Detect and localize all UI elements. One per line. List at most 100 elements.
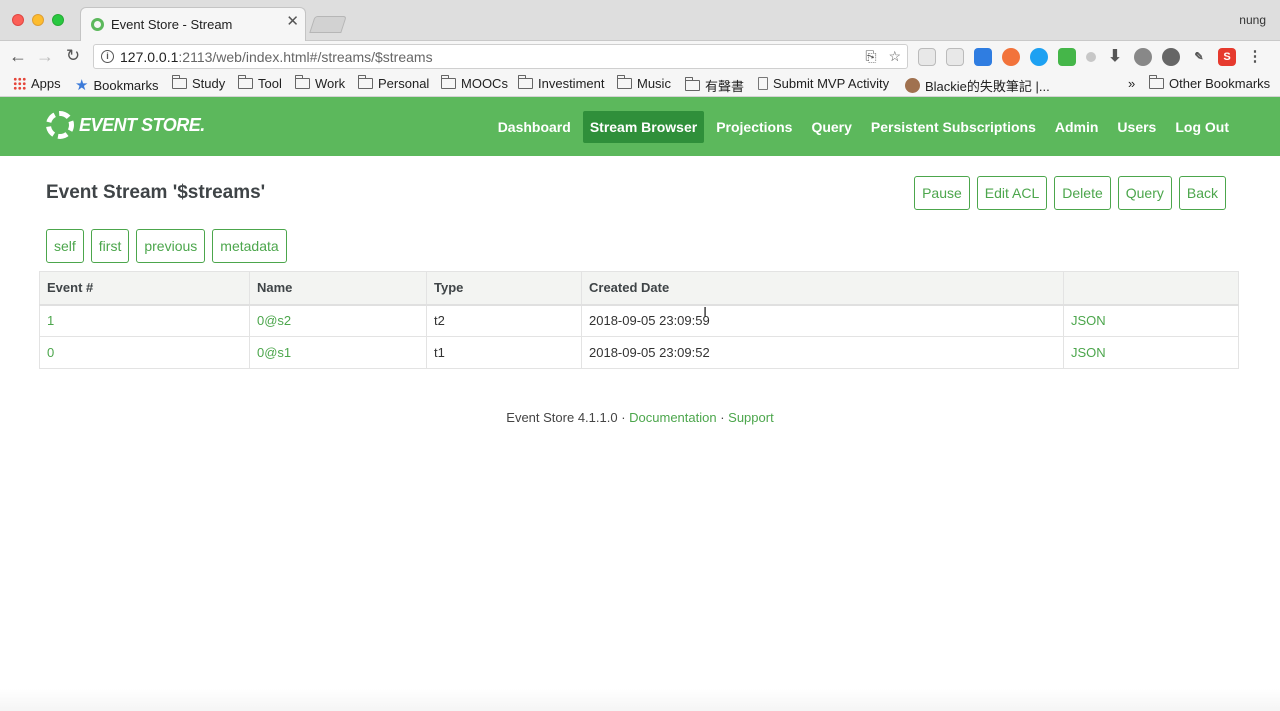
- tab-title: Event Store - Stream: [111, 17, 233, 32]
- event-name-link[interactable]: 0@s2: [249, 304, 427, 337]
- footer: Event Store 4.1.1.0 · Documentation · Su…: [0, 410, 1280, 425]
- bookmark-bookmarks[interactable]: ★ Bookmarks: [75, 76, 158, 94]
- pocket-extension-icon[interactable]: [974, 48, 992, 66]
- event-created-date: 2018-09-05 23:09:52: [581, 336, 1064, 369]
- bookmark-label: Personal: [378, 76, 430, 91]
- edit-acl-button[interactable]: Edit ACL: [976, 176, 1048, 210]
- page-icon: [758, 77, 768, 90]
- bookmark-study[interactable]: Study: [172, 75, 225, 91]
- url-path: :2113/web/index.html#/streams/$streams: [178, 49, 433, 65]
- nav-persistent-subscriptions[interactable]: Persistent Subscriptions: [864, 111, 1043, 143]
- block-extension-icon[interactable]: [1002, 48, 1020, 66]
- site-info-icon[interactable]: i: [101, 50, 114, 63]
- bookmark-label: Other Bookmarks: [1169, 76, 1271, 91]
- event-number-link[interactable]: 1: [39, 304, 250, 337]
- metadata-link-button[interactable]: metadata: [212, 229, 287, 263]
- nav-query[interactable]: Query: [804, 111, 858, 143]
- query-button[interactable]: Query: [1117, 176, 1172, 210]
- url-host: 127.0.0.1: [120, 49, 179, 65]
- nav-stream-browser[interactable]: Stream Browser: [582, 111, 705, 143]
- forward-arrow-icon[interactable]: →: [34, 45, 56, 67]
- reload-icon[interactable]: ↻: [62, 45, 84, 67]
- browser-tab-strip: Event Store - Stream ✕ nung: [0, 0, 1280, 41]
- extension-icons: ⬇ ✎ S ⋮: [918, 48, 1264, 66]
- bookmark-submit-mvp[interactable]: Submit MVP Activity: [758, 76, 889, 91]
- apps-grid-icon: [13, 77, 26, 90]
- event-store-favicon-icon: [91, 18, 104, 31]
- event-number-link[interactable]: 0: [39, 336, 250, 369]
- address-url[interactable]: 127.0.0.1:2113/web/index.html#/streams/$…: [120, 49, 433, 65]
- delete-button[interactable]: Delete: [1054, 176, 1111, 210]
- folder-icon: [441, 75, 456, 89]
- browser-tab-active[interactable]: Event Store - Stream ✕: [80, 7, 306, 41]
- column-header-actions: [1063, 271, 1239, 306]
- self-link-button[interactable]: self: [46, 229, 84, 263]
- folder-icon: [295, 75, 310, 89]
- bookmark-star-icon[interactable]: ☆: [888, 48, 901, 64]
- new-tab-button[interactable]: [309, 16, 347, 33]
- support-link[interactable]: Support: [728, 410, 774, 425]
- tree-extension-icon[interactable]: [1058, 48, 1076, 66]
- folder-icon: [358, 75, 373, 89]
- previous-link-button[interactable]: previous: [136, 229, 206, 263]
- nav-users[interactable]: Users: [1110, 111, 1163, 143]
- profile-name[interactable]: nung: [1239, 13, 1266, 27]
- maximize-window-button[interactable]: [52, 14, 64, 26]
- bookmark-audiobooks[interactable]: 有聲書: [685, 76, 744, 95]
- eyedropper-extension-icon[interactable]: ✎: [1190, 48, 1208, 66]
- trello-extension-icon[interactable]: [946, 48, 964, 66]
- events-table: Event # Name Type Created Date 1 0@s2 t2…: [39, 271, 1239, 369]
- footer-separator: ·: [716, 410, 729, 425]
- folder-icon: [1149, 75, 1164, 89]
- s-extension-icon[interactable]: S: [1218, 48, 1236, 66]
- first-link-button[interactable]: first: [90, 229, 130, 263]
- event-store-logo[interactable]: EVENT STORE.: [46, 111, 205, 139]
- event-created-date: 2018-09-05 23:09:59: [581, 304, 1064, 337]
- bookmark-moocs[interactable]: MOOCs: [441, 75, 508, 91]
- bookmark-investiment[interactable]: Investiment: [518, 75, 604, 91]
- bookmarks-overflow-button[interactable]: »: [1128, 76, 1135, 91]
- documentation-link[interactable]: Documentation: [629, 410, 716, 425]
- copy-extension-icon[interactable]: [918, 48, 936, 66]
- bookmark-other[interactable]: Other Bookmarks: [1149, 75, 1271, 91]
- back-button[interactable]: Back: [1178, 176, 1226, 210]
- dot-extension-icon[interactable]: [1086, 52, 1096, 62]
- column-header-created-date: Created Date: [581, 271, 1064, 306]
- skype-extension-icon[interactable]: [1030, 48, 1048, 66]
- event-name-link[interactable]: 0@s1: [249, 336, 427, 369]
- bookmark-blackie[interactable]: Blackie的失敗筆記 |...: [905, 76, 1050, 95]
- bookmark-tool[interactable]: Tool: [238, 75, 282, 91]
- nav-dashboard[interactable]: Dashboard: [491, 111, 578, 143]
- tab-close-icon[interactable]: ✕: [286, 14, 299, 29]
- nav-log-out[interactable]: Log Out: [1168, 111, 1236, 143]
- timer-extension-icon[interactable]: [1134, 48, 1152, 66]
- json-link[interactable]: JSON: [1063, 304, 1239, 337]
- bookmark-label: Music: [637, 76, 671, 91]
- bookmark-label: Blackie的失敗筆記 |...: [925, 79, 1050, 94]
- folder-icon: [685, 77, 700, 91]
- footer-version: Event Store 4.1.1.0: [506, 410, 618, 425]
- minimize-window-button[interactable]: [32, 14, 44, 26]
- column-header-event-number: Event #: [39, 271, 250, 306]
- translate-icon[interactable]: ⎘: [865, 48, 876, 64]
- close-window-button[interactable]: [12, 14, 24, 26]
- bookmark-work[interactable]: Work: [295, 75, 345, 91]
- bookmark-apps[interactable]: Apps: [13, 76, 61, 91]
- back-arrow-icon[interactable]: ←: [7, 45, 29, 67]
- event-type: t2: [426, 304, 582, 337]
- bookmark-label: Apps: [31, 76, 61, 91]
- folder-icon: [518, 75, 533, 89]
- bookmark-personal[interactable]: Personal: [358, 75, 430, 91]
- nav-admin[interactable]: Admin: [1048, 111, 1106, 143]
- chat-extension-icon[interactable]: [1162, 48, 1180, 66]
- pause-button[interactable]: Pause: [914, 176, 970, 210]
- omnibox-actions: ⎘ ☆: [857, 48, 901, 65]
- browser-menu-icon[interactable]: ⋮: [1246, 48, 1264, 66]
- json-link[interactable]: JSON: [1063, 336, 1239, 369]
- bookmark-music[interactable]: Music: [617, 75, 671, 91]
- download-extension-icon[interactable]: ⬇: [1106, 48, 1124, 66]
- event-type: t1: [426, 336, 582, 369]
- bookmarks-bar: Apps ★ Bookmarks Study Tool Work Personal…: [0, 72, 1280, 97]
- nav-projections[interactable]: Projections: [709, 111, 799, 143]
- address-bar[interactable]: i 127.0.0.1:2113/web/index.html#/streams…: [93, 44, 908, 69]
